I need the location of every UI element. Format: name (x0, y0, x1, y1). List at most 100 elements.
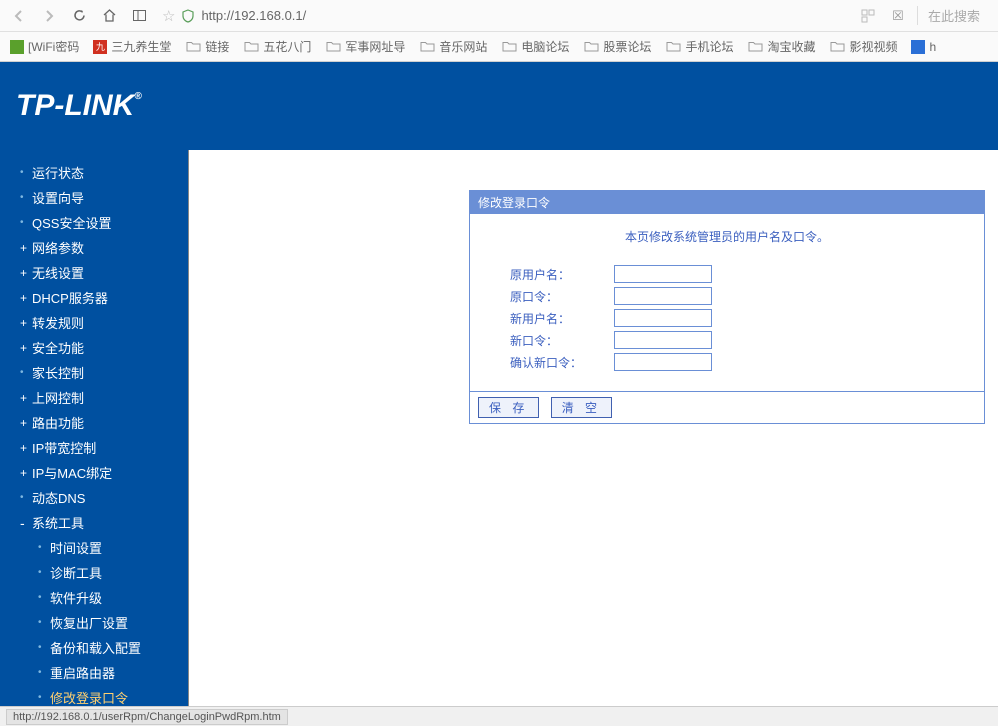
form-label: 新口令： (510, 332, 614, 349)
site-icon (10, 40, 24, 54)
bookmark-label: 音乐网站 (439, 38, 487, 55)
bookmark-item[interactable]: 电脑论坛 (501, 38, 569, 55)
sidebar-item-label: IP带宽控制 (32, 438, 96, 457)
folder-icon (501, 39, 517, 55)
sidebar-item[interactable]: IP与MAC绑定 (0, 460, 188, 485)
sidebar-item[interactable]: 家长控制 (0, 360, 188, 385)
sidebar-item-label: 软件升级 (50, 588, 102, 607)
sidebar-item[interactable]: 系统工具 (0, 510, 188, 535)
sidebar-item[interactable]: IP带宽控制 (0, 435, 188, 460)
bullet-icon (20, 492, 28, 503)
sidebar-item-label: 运行状态 (32, 163, 84, 182)
bullet-icon (20, 291, 28, 305)
search-placeholder: 在此搜索 (928, 6, 980, 25)
form-row: 确认新口令： (510, 353, 944, 371)
bookmark-item[interactable]: 军事网址导 (325, 38, 405, 55)
shield-icon[interactable] (181, 9, 195, 23)
bookmark-item[interactable]: 五花八门 (243, 38, 311, 55)
forward-button[interactable] (38, 5, 60, 27)
sidebar-item[interactable]: 安全功能 (0, 335, 188, 360)
form-row: 原口令： (510, 287, 944, 305)
url-bar[interactable]: ☆ http://192.168.0.1/ (158, 7, 849, 25)
browser-toolbar: ☆ http://192.168.0.1/ ☒ 在此搜索 (0, 0, 998, 32)
form-input[interactable] (614, 309, 712, 327)
bullet-icon (20, 515, 28, 531)
bullet-icon (20, 316, 28, 330)
sidebar-item-label: 转发规则 (32, 313, 84, 332)
bookmark-label: 淘宝收藏 (767, 38, 815, 55)
sidebar-item[interactable]: 动态DNS (0, 485, 188, 510)
bookmark-item[interactable]: 手机论坛 (665, 38, 733, 55)
form-label: 原口令： (510, 288, 614, 305)
bookmarks-bar: [WiFi密码九三九养生堂链接五花八门 军事网址导 音乐网站 电脑论坛 股票论坛手机论坛… (0, 32, 998, 62)
button-panel: 保 存 清 空 (469, 392, 985, 424)
form-input[interactable] (614, 353, 712, 371)
bookmark-item[interactable]: h (911, 40, 936, 54)
form-input[interactable] (614, 265, 712, 283)
sidebar-item[interactable]: 转发规则 (0, 310, 188, 335)
sidebar-item[interactable]: 无线设置 (0, 260, 188, 285)
sidebar-item-label: QSS安全设置 (32, 213, 111, 232)
sidebar-toggle-icon[interactable] (128, 5, 150, 27)
clear-button[interactable]: 清 空 (551, 397, 612, 418)
sidebar-item-label: 恢复出厂设置 (50, 613, 128, 632)
folder-icon (185, 39, 201, 55)
sidebar-item-label: 安全功能 (32, 338, 84, 357)
folder-icon (243, 39, 259, 55)
star-icon[interactable]: ☆ (162, 7, 175, 25)
sidebar-subitem[interactable]: 备份和载入配置 (18, 635, 188, 660)
form-row: 原用户名： (510, 265, 944, 283)
bookmark-item[interactable]: 音乐网站 (419, 38, 487, 55)
bullet-icon (20, 416, 28, 430)
back-button[interactable] (8, 5, 30, 27)
sidebar-subitem[interactable]: 修改登录口令 (18, 685, 188, 706)
bullet-icon (38, 617, 46, 628)
qr-icon[interactable] (857, 5, 879, 27)
form-input[interactable] (614, 287, 712, 305)
logo-area: TP-LINK® (0, 62, 189, 150)
form-label: 原用户名： (510, 266, 614, 283)
bullet-icon (20, 441, 28, 455)
bookmark-item[interactable]: 链接 (185, 38, 229, 55)
save-button[interactable]: 保 存 (478, 397, 539, 418)
bookmark-item[interactable]: 淘宝收藏 (747, 38, 815, 55)
bookmark-item[interactable]: 股票论坛 (583, 38, 651, 55)
bullet-icon (20, 367, 28, 378)
sidebar-item[interactable]: 运行状态 (0, 160, 188, 185)
sidebar-subitem[interactable]: 恢复出厂设置 (18, 610, 188, 635)
bookmark-label: 军事网址导 (345, 38, 405, 55)
status-bar: http://192.168.0.1/userRpm/ChangeLoginPw… (0, 706, 998, 726)
bookmark-label: 电脑论坛 (521, 38, 569, 55)
sidebar-item-label: 动态DNS (32, 488, 85, 507)
sidebar-item[interactable]: 上网控制 (0, 385, 188, 410)
bookmark-label: 股票论坛 (603, 38, 651, 55)
reload-button[interactable] (68, 5, 90, 27)
search-box[interactable]: 在此搜索 (917, 6, 990, 25)
bookmark-item[interactable]: 九三九养生堂 (93, 38, 171, 55)
sidebar-item-label: DHCP服务器 (32, 288, 108, 307)
bookmark-item[interactable]: 影视视频 (829, 38, 897, 55)
bookmark-item[interactable]: [WiFi密码 (10, 38, 79, 55)
sidebar-subitem[interactable]: 诊断工具 (18, 560, 188, 585)
sidebar-nav[interactable]: 运行状态设置向导 QSS安全设置网络参数无线设置 DHCP服务器转发规则安全功能家长… (0, 150, 188, 706)
bullet-icon (20, 167, 28, 178)
content-area: 修改登录口令 本页修改系统管理员的用户名及口令。 原用户名：原口令：新用户名：新… (189, 150, 998, 706)
home-button[interactable] (98, 5, 120, 27)
sidebar-item[interactable]: 网络参数 (0, 235, 188, 260)
site-icon: 九 (93, 40, 107, 54)
sidebar-subitem[interactable]: 重启路由器 (18, 660, 188, 685)
bullet-icon (38, 592, 46, 603)
bullet-icon (20, 217, 28, 228)
form-row: 新用户名： (510, 309, 944, 327)
sidebar-item[interactable]: DHCP服务器 (0, 285, 188, 310)
sidebar-subitem[interactable]: 软件升级 (18, 585, 188, 610)
block-icon[interactable]: ☒ (887, 5, 909, 27)
sidebar-item[interactable]: 路由功能 (0, 410, 188, 435)
bullet-icon (20, 266, 28, 280)
bullet-icon (38, 567, 46, 578)
sidebar-item[interactable]: 设置向导 (0, 185, 188, 210)
sidebar-item[interactable]: QSS安全设置 (0, 210, 188, 235)
form-input[interactable] (614, 331, 712, 349)
sidebar-item-label: 重启路由器 (50, 663, 115, 682)
sidebar-subitem[interactable]: 时间设置 (18, 535, 188, 560)
